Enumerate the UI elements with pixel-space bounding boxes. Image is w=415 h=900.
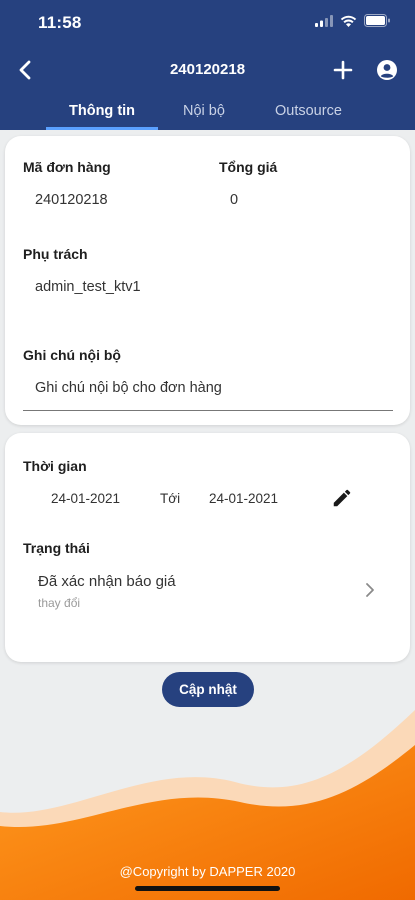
home-indicator — [135, 886, 280, 891]
status-selector[interactable]: Đã xác nhận báo giá thay đổi — [23, 565, 393, 617]
assignee-value: admin_test_ktv1 — [35, 279, 141, 295]
account-circle-icon[interactable] — [373, 56, 401, 84]
internal-note-label: Ghi chú nội bộ — [23, 347, 121, 363]
copyright-text: @Copyright by DAPPER 2020 — [119, 864, 296, 879]
to-label: Tới — [160, 491, 181, 506]
start-date[interactable]: 24-01-2021 — [51, 491, 120, 506]
status-time: 11:58 — [38, 13, 82, 32]
chevron-right-icon — [366, 583, 374, 597]
battery-icon — [364, 14, 390, 27]
status-value: Đã xác nhận báo giá — [38, 573, 176, 590]
time-status-card: Thời gian 24-01-2021 Tới 24-01-2021 Trạn… — [5, 433, 410, 662]
tab-outsource[interactable]: Outsource — [275, 103, 342, 119]
tab-bar: Thông tin Nội bộ Outsource — [0, 92, 415, 130]
internal-note-input[interactable]: Ghi chú nội bộ cho đơn hàng — [35, 380, 222, 396]
end-date[interactable]: 24-01-2021 — [209, 491, 278, 506]
nav-bar: 240120218 — [0, 48, 415, 92]
plus-icon[interactable] — [329, 56, 357, 84]
total-value: 0 — [230, 192, 239, 208]
app-header: 11:58 240120218 Thông tin Nội bộ Outsour… — [0, 0, 415, 130]
status-icons — [315, 14, 391, 27]
tab-indicator — [46, 127, 158, 130]
tab-internal[interactable]: Nội bộ — [183, 103, 225, 119]
order-info-card: Mã đơn hàng 240120218 Tổng giá 0 Phụ trá… — [5, 136, 410, 425]
tab-info[interactable]: Thông tin — [69, 103, 135, 119]
total-label: Tổng giá — [219, 159, 278, 175]
status-bar: 11:58 — [0, 0, 415, 46]
status-label: Trạng thái — [23, 540, 90, 556]
pencil-icon[interactable] — [331, 487, 353, 509]
order-code-value: 240120218 — [35, 192, 108, 208]
note-underline — [23, 410, 393, 411]
assignee-label: Phụ trách — [23, 246, 88, 262]
update-button[interactable]: Cập nhật — [162, 672, 254, 707]
signal-icon — [315, 14, 333, 27]
status-change-hint: thay đổi — [38, 596, 81, 610]
time-label: Thời gian — [23, 458, 87, 474]
order-code-label: Mã đơn hàng — [23, 159, 111, 175]
wifi-icon — [340, 15, 357, 27]
